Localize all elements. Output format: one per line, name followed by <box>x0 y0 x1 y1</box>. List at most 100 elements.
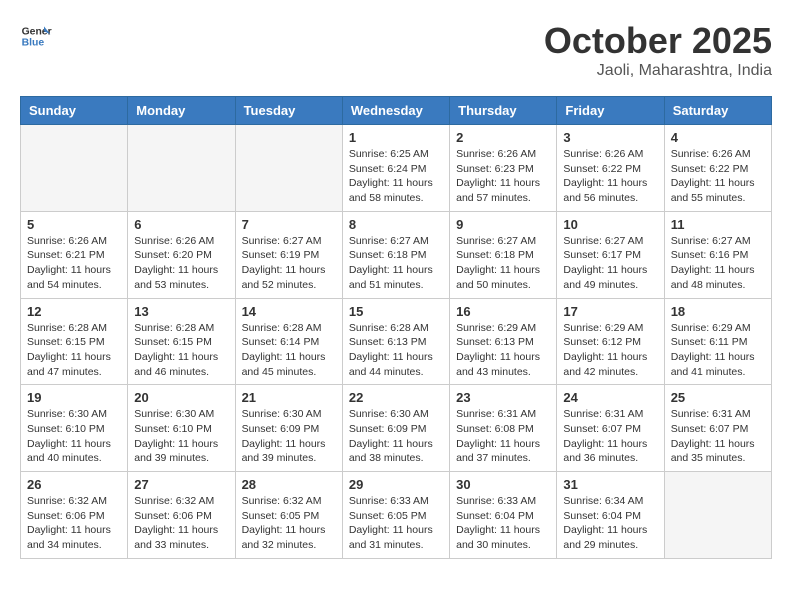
calendar-cell: 19Sunrise: 6:30 AM Sunset: 6:10 PM Dayli… <box>21 385 128 472</box>
day-info: Sunrise: 6:32 AM Sunset: 6:05 PM Dayligh… <box>242 494 336 553</box>
calendar-cell <box>128 125 235 212</box>
day-info: Sunrise: 6:26 AM Sunset: 6:21 PM Dayligh… <box>27 234 121 293</box>
calendar-cell: 11 Sunrise: 6:27 AM Sunset: 6:16 PM Dayli… <box>664 211 771 298</box>
calendar-cell: 3 Sunrise: 6:26 AM Sunset: 6:22 PM Daylig… <box>557 125 664 212</box>
day-info: Sunrise: 6:30 AM Sunset: 6:09 PM Dayligh… <box>242 407 336 466</box>
calendar-cell: 14 Sunrise: 6:28 AM Sunset: 6:14 PM Dayli… <box>235 298 342 385</box>
calendar-cell: 24 Sunrise: 6:31 AM Sunset: 6:07 PM Dayli… <box>557 385 664 472</box>
calendar-cell <box>21 125 128 212</box>
weekday-header: Saturday <box>664 97 771 125</box>
calendar-cell: 30 Sunrise: 6:33 AM Sunset: 6:04 PM Dayli… <box>450 472 557 559</box>
day-number: 3 <box>563 130 657 145</box>
calendar-cell <box>235 125 342 212</box>
calendar-cell: 25Sunrise: 6:31 AM Sunset: 6:07 PM Dayli… <box>664 385 771 472</box>
day-number: 26 <box>27 477 121 492</box>
calendar-week-row: 5 Sunrise: 6:26 AM Sunset: 6:21 PM Daylig… <box>21 211 772 298</box>
day-info: Sunrise: 6:26 AM Sunset: 6:22 PM Dayligh… <box>671 147 765 206</box>
day-number: 17 <box>563 304 657 319</box>
weekday-header: Friday <box>557 97 664 125</box>
calendar-cell: 4 Sunrise: 6:26 AM Sunset: 6:22 PM Daylig… <box>664 125 771 212</box>
weekday-header: Wednesday <box>342 97 449 125</box>
day-number: 5 <box>27 217 121 232</box>
day-number: 15 <box>349 304 443 319</box>
day-info: Sunrise: 6:33 AM Sunset: 6:04 PM Dayligh… <box>456 494 550 553</box>
calendar-cell: 22 Sunrise: 6:30 AM Sunset: 6:09 PM Dayli… <box>342 385 449 472</box>
calendar-cell: 21 Sunrise: 6:30 AM Sunset: 6:09 PM Dayli… <box>235 385 342 472</box>
calendar-week-row: 12Sunrise: 6:28 AM Sunset: 6:15 PM Dayli… <box>21 298 772 385</box>
calendar-cell: 10 Sunrise: 6:27 AM Sunset: 6:17 PM Dayli… <box>557 211 664 298</box>
day-number: 18 <box>671 304 765 319</box>
calendar-cell: 1Sunrise: 6:25 AM Sunset: 6:24 PM Daylig… <box>342 125 449 212</box>
location: Jaoli, Maharashtra, India <box>544 62 772 80</box>
day-info: Sunrise: 6:31 AM Sunset: 6:07 PM Dayligh… <box>563 407 657 466</box>
day-info: Sunrise: 6:26 AM Sunset: 6:22 PM Dayligh… <box>563 147 657 206</box>
calendar-cell: 16Sunrise: 6:29 AM Sunset: 6:13 PM Dayli… <box>450 298 557 385</box>
day-info: Sunrise: 6:28 AM Sunset: 6:15 PM Dayligh… <box>27 321 121 380</box>
day-number: 2 <box>456 130 550 145</box>
day-info: Sunrise: 6:28 AM Sunset: 6:13 PM Dayligh… <box>349 321 443 380</box>
day-info: Sunrise: 6:27 AM Sunset: 6:16 PM Dayligh… <box>671 234 765 293</box>
calendar-week-row: 26 Sunrise: 6:32 AM Sunset: 6:06 PM Dayli… <box>21 472 772 559</box>
day-info: Sunrise: 6:27 AM Sunset: 6:19 PM Dayligh… <box>242 234 336 293</box>
day-number: 22 <box>349 390 443 405</box>
day-info: Sunrise: 6:25 AM Sunset: 6:24 PM Dayligh… <box>349 147 443 206</box>
calendar-cell: 18 Sunrise: 6:29 AM Sunset: 6:11 PM Dayli… <box>664 298 771 385</box>
day-number: 29 <box>349 477 443 492</box>
day-number: 30 <box>456 477 550 492</box>
day-info: Sunrise: 6:28 AM Sunset: 6:15 PM Dayligh… <box>134 321 228 380</box>
day-number: 25 <box>671 390 765 405</box>
calendar-cell: 15 Sunrise: 6:28 AM Sunset: 6:13 PM Dayli… <box>342 298 449 385</box>
day-number: 9 <box>456 217 550 232</box>
calendar-cell: 27 Sunrise: 6:32 AM Sunset: 6:06 PM Dayli… <box>128 472 235 559</box>
day-info: Sunrise: 6:27 AM Sunset: 6:17 PM Dayligh… <box>563 234 657 293</box>
calendar-cell: 8 Sunrise: 6:27 AM Sunset: 6:18 PM Daylig… <box>342 211 449 298</box>
weekday-header: Tuesday <box>235 97 342 125</box>
day-number: 21 <box>242 390 336 405</box>
month-title: October 2025 <box>544 20 772 62</box>
calendar-cell: 23 Sunrise: 6:31 AM Sunset: 6:08 PM Dayli… <box>450 385 557 472</box>
day-info: Sunrise: 6:32 AM Sunset: 6:06 PM Dayligh… <box>134 494 228 553</box>
calendar-cell: 29 Sunrise: 6:33 AM Sunset: 6:05 PM Dayli… <box>342 472 449 559</box>
day-info: Sunrise: 6:32 AM Sunset: 6:06 PM Dayligh… <box>27 494 121 553</box>
day-info: Sunrise: 6:26 AM Sunset: 6:23 PM Dayligh… <box>456 147 550 206</box>
title-block: October 2025 Jaoli, Maharashtra, India <box>544 20 772 80</box>
day-number: 27 <box>134 477 228 492</box>
weekday-header: Sunday <box>21 97 128 125</box>
calendar-header-row: SundayMondayTuesdayWednesdayThursdayFrid… <box>21 97 772 125</box>
weekday-header: Monday <box>128 97 235 125</box>
day-info: Sunrise: 6:26 AM Sunset: 6:20 PM Dayligh… <box>134 234 228 293</box>
day-number: 8 <box>349 217 443 232</box>
calendar-cell: 6Sunrise: 6:26 AM Sunset: 6:20 PM Daylig… <box>128 211 235 298</box>
page-header: General Blue October 2025 Jaoli, Maharas… <box>20 20 772 80</box>
day-info: Sunrise: 6:33 AM Sunset: 6:05 PM Dayligh… <box>349 494 443 553</box>
day-number: 19 <box>27 390 121 405</box>
day-number: 14 <box>242 304 336 319</box>
calendar-table: SundayMondayTuesdayWednesdayThursdayFrid… <box>20 96 772 559</box>
day-number: 10 <box>563 217 657 232</box>
day-info: Sunrise: 6:27 AM Sunset: 6:18 PM Dayligh… <box>349 234 443 293</box>
day-info: Sunrise: 6:28 AM Sunset: 6:14 PM Dayligh… <box>242 321 336 380</box>
calendar-cell: 5 Sunrise: 6:26 AM Sunset: 6:21 PM Daylig… <box>21 211 128 298</box>
calendar-week-row: 1Sunrise: 6:25 AM Sunset: 6:24 PM Daylig… <box>21 125 772 212</box>
day-number: 28 <box>242 477 336 492</box>
day-info: Sunrise: 6:29 AM Sunset: 6:11 PM Dayligh… <box>671 321 765 380</box>
day-number: 23 <box>456 390 550 405</box>
svg-text:Blue: Blue <box>22 38 45 49</box>
day-number: 24 <box>563 390 657 405</box>
logo: General Blue <box>20 20 52 52</box>
day-info: Sunrise: 6:31 AM Sunset: 6:08 PM Dayligh… <box>456 407 550 466</box>
day-info: Sunrise: 6:30 AM Sunset: 6:10 PM Dayligh… <box>134 407 228 466</box>
calendar-week-row: 19 Sunrise: 6:30 AM Sunset: 6:10 PM Dayli… <box>21 385 772 472</box>
day-number: 20 <box>134 390 228 405</box>
day-number: 31 <box>563 477 657 492</box>
day-number: 7 <box>242 217 336 232</box>
day-number: 13 <box>134 304 228 319</box>
calendar-cell: 28 Sunrise: 6:32 AM Sunset: 6:05 PM Dayli… <box>235 472 342 559</box>
day-number: 4 <box>671 130 765 145</box>
day-number: 11 <box>671 217 765 232</box>
day-info: Sunrise: 6:30 AM Sunset: 6:09 PM Dayligh… <box>349 407 443 466</box>
calendar-cell: 2 Sunrise: 6:26 AM Sunset: 6:23 PM Daylig… <box>450 125 557 212</box>
calendar-cell: 13 Sunrise: 6:28 AM Sunset: 6:15 PM Dayli… <box>128 298 235 385</box>
calendar-cell: 12Sunrise: 6:28 AM Sunset: 6:15 PM Dayli… <box>21 298 128 385</box>
weekday-header: Thursday <box>450 97 557 125</box>
